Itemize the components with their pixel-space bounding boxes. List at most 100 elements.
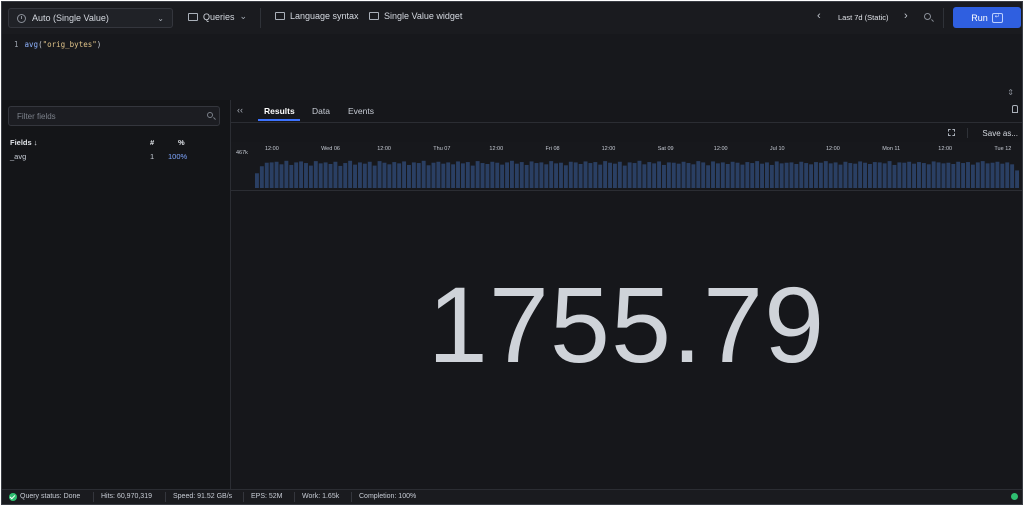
histogram-bar[interactable] bbox=[966, 162, 970, 188]
histogram-bar[interactable] bbox=[372, 165, 377, 188]
histogram-bar[interactable] bbox=[686, 163, 691, 188]
widget-mode-select[interactable]: Auto (Single Value) ⌄ bbox=[8, 8, 173, 28]
count-column-header[interactable]: # bbox=[150, 138, 154, 147]
tab-results[interactable]: Results bbox=[264, 106, 295, 116]
histogram-bar[interactable] bbox=[985, 163, 990, 188]
histogram-bar[interactable] bbox=[1010, 164, 1015, 188]
histogram-bar[interactable] bbox=[367, 161, 372, 188]
histogram-bar[interactable] bbox=[436, 161, 441, 188]
histogram-bar[interactable] bbox=[563, 165, 568, 188]
histogram-bar[interactable] bbox=[460, 163, 465, 188]
histogram-bar[interactable] bbox=[519, 162, 524, 188]
histogram-bar[interactable] bbox=[769, 164, 774, 188]
histogram-bar[interactable] bbox=[912, 163, 917, 188]
save-as-button[interactable]: Save as... bbox=[982, 129, 1018, 138]
histogram-bar[interactable] bbox=[760, 163, 764, 188]
histogram-bar[interactable] bbox=[647, 162, 652, 188]
single-value-widget-button[interactable]: Single Value widget bbox=[369, 11, 462, 21]
histogram-bar[interactable] bbox=[598, 164, 603, 188]
histogram-bar[interactable] bbox=[470, 165, 475, 188]
histogram-bar[interactable] bbox=[456, 161, 460, 188]
histogram-chart[interactable]: 467k 12:00 Wed 06 12:00 Thu 07 12:00 Fri 08 12:… bbox=[231, 142, 1023, 190]
histogram-bar[interactable] bbox=[284, 160, 289, 188]
histogram-bar[interactable] bbox=[833, 162, 838, 188]
histogram-bar[interactable] bbox=[755, 161, 760, 188]
histogram-bar[interactable] bbox=[431, 162, 436, 188]
histogram-bar[interactable] bbox=[357, 162, 362, 188]
queries-button[interactable]: Queries ⌄ bbox=[188, 11, 247, 22]
histogram-bar[interactable] bbox=[848, 163, 853, 188]
histogram-bar[interactable] bbox=[666, 162, 671, 188]
histogram-bar[interactable] bbox=[970, 164, 975, 188]
histogram-bar[interactable] bbox=[465, 162, 470, 188]
histogram-bar[interactable] bbox=[485, 164, 490, 188]
histogram-bar[interactable] bbox=[784, 162, 789, 188]
histogram-bar[interactable] bbox=[730, 161, 735, 188]
histogram-bar[interactable] bbox=[588, 163, 593, 188]
histogram-bar[interactable] bbox=[338, 165, 343, 188]
histogram-bar[interactable] bbox=[407, 164, 411, 188]
histogram-bar[interactable] bbox=[711, 161, 715, 188]
histogram-bar[interactable] bbox=[828, 163, 833, 188]
histogram-bar[interactable] bbox=[892, 164, 897, 188]
histogram-bar[interactable] bbox=[990, 162, 995, 188]
histogram-bar[interactable] bbox=[995, 161, 1000, 188]
histogram-bar[interactable] bbox=[671, 162, 676, 188]
histogram-bar[interactable] bbox=[593, 162, 598, 188]
histogram-bar[interactable] bbox=[799, 161, 804, 188]
histogram-bar[interactable] bbox=[608, 162, 612, 188]
tab-events[interactable]: Events bbox=[348, 106, 374, 116]
histogram-bar[interactable] bbox=[514, 163, 519, 188]
histogram-bar[interactable] bbox=[931, 161, 936, 188]
histogram-bar[interactable] bbox=[956, 161, 961, 188]
histogram-bar[interactable] bbox=[706, 165, 711, 188]
histogram-bar[interactable] bbox=[951, 164, 956, 188]
histogram-bar[interactable] bbox=[500, 164, 505, 188]
histogram-bar[interactable] bbox=[279, 164, 284, 188]
histogram-bar[interactable] bbox=[814, 162, 818, 188]
histogram-bar[interactable] bbox=[676, 163, 681, 188]
histogram-bar[interactable] bbox=[289, 164, 294, 188]
histogram-bar[interactable] bbox=[578, 164, 583, 188]
histogram-bar[interactable] bbox=[343, 163, 348, 188]
histogram-bar[interactable] bbox=[701, 162, 706, 188]
histogram-bar[interactable] bbox=[750, 163, 755, 188]
histogram-bar[interactable] bbox=[622, 165, 627, 188]
histogram-bar[interactable] bbox=[681, 161, 686, 188]
histogram-bar[interactable] bbox=[818, 162, 823, 188]
histogram-bar[interactable] bbox=[387, 164, 392, 188]
tab-data[interactable]: Data bbox=[312, 106, 330, 116]
histogram-bar[interactable] bbox=[975, 162, 980, 188]
run-button[interactable]: Run ↵ bbox=[953, 7, 1021, 28]
histogram-bar[interactable] bbox=[362, 163, 367, 188]
histogram-bar[interactable] bbox=[402, 161, 407, 188]
histogram-bar[interactable] bbox=[603, 161, 608, 188]
histogram-bar[interactable] bbox=[421, 160, 426, 188]
histogram-bar[interactable] bbox=[451, 164, 456, 188]
zoom-out-icon[interactable] bbox=[924, 13, 931, 20]
histogram-bar[interactable] bbox=[946, 162, 951, 188]
histogram-bar[interactable] bbox=[632, 163, 637, 188]
histogram-bar[interactable] bbox=[897, 162, 902, 188]
histogram-bar[interactable] bbox=[867, 164, 872, 188]
field-row[interactable]: _avg 1 100% bbox=[10, 152, 222, 164]
event-histogram[interactable]: 467k 12:00 Wed 06 12:00 Thu 07 12:00 Fri 08 12:… bbox=[231, 142, 1022, 191]
histogram-bar[interactable] bbox=[392, 162, 397, 188]
histogram-bar[interactable] bbox=[353, 164, 357, 188]
histogram-bar[interactable] bbox=[804, 163, 809, 188]
histogram-bar[interactable] bbox=[652, 163, 657, 188]
histogram-bar[interactable] bbox=[544, 164, 549, 188]
histogram-bar[interactable] bbox=[294, 162, 299, 188]
histogram-bar[interactable] bbox=[304, 163, 308, 188]
histogram-bar[interactable] bbox=[907, 161, 912, 188]
histogram-bar[interactable] bbox=[505, 162, 509, 188]
histogram-bar[interactable] bbox=[397, 163, 402, 188]
histogram-bar[interactable] bbox=[809, 164, 814, 188]
histogram-bar[interactable] bbox=[612, 163, 617, 188]
histogram-bar[interactable] bbox=[740, 164, 745, 188]
histogram-bar[interactable] bbox=[902, 162, 907, 188]
query-editor[interactable]: 1 avg("orig_bytes") ⇕ bbox=[2, 34, 1022, 101]
histogram-bar[interactable] bbox=[480, 163, 485, 188]
resize-handle-icon[interactable]: ⇕ bbox=[1007, 88, 1014, 97]
histogram-bar[interactable] bbox=[426, 165, 431, 188]
